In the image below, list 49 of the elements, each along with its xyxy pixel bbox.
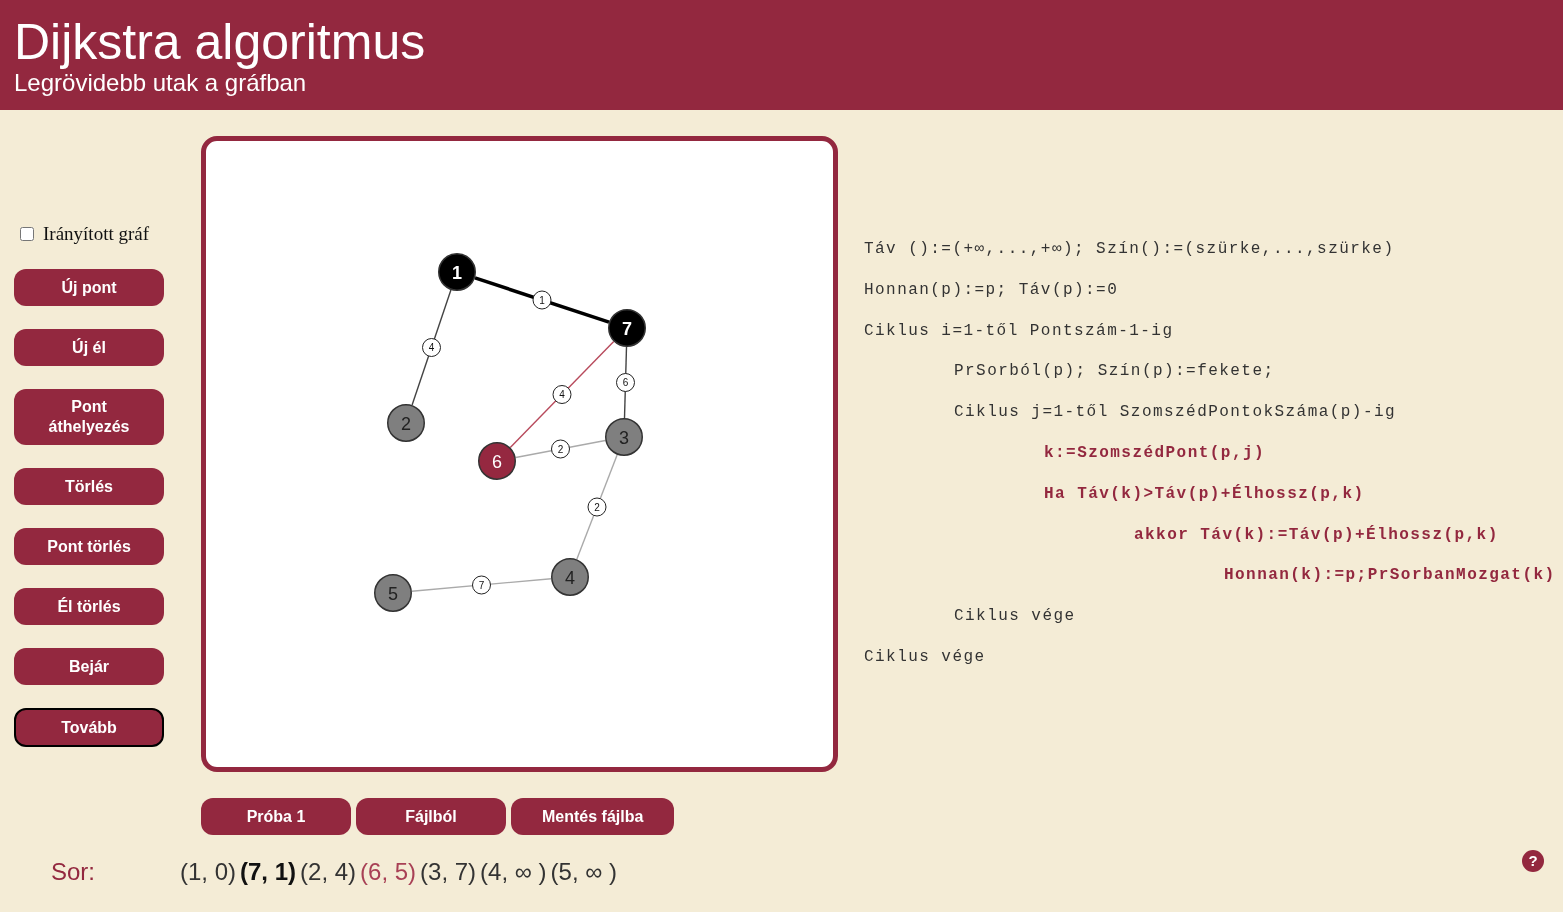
tool-button[interactable]: Új él xyxy=(14,329,164,366)
code-line: Ha Táv(k)>Táv(p)+Élhossz(p,k) xyxy=(1044,483,1365,504)
graph-node: 5 xyxy=(374,574,412,612)
graph-node: 1 xyxy=(438,253,476,291)
edge-weight: 7 xyxy=(472,575,491,595)
graph-node: 6 xyxy=(478,442,516,480)
graph-node: 3 xyxy=(605,418,643,456)
code-line: Honnan(k):=p;PrSorbanMozgat(k) xyxy=(1224,565,1556,586)
tool-button[interactable]: Új pont xyxy=(14,269,164,306)
help-button[interactable]: ? xyxy=(1522,850,1544,872)
code-line: k:=SzomszédPont(p,j) xyxy=(1044,443,1266,463)
tool-button[interactable]: Él törlés xyxy=(14,588,164,625)
tool-button[interactable]: Bejár xyxy=(14,648,164,685)
graph-node: 4 xyxy=(551,558,589,596)
code-line: Ciklus i=1-től Pontszám-1-ig xyxy=(864,320,1174,341)
file-button[interactable]: Próba 1 xyxy=(201,798,351,835)
edge-weight: 4 xyxy=(422,338,441,357)
directed-checkbox[interactable] xyxy=(20,227,34,241)
graph-node: 2 xyxy=(387,404,425,442)
tool-button[interactable]: Törlés xyxy=(14,468,164,505)
file-button[interactable]: Fájlból xyxy=(356,798,506,835)
graph-node: 7 xyxy=(608,309,646,347)
queue-item: (1, 0) xyxy=(180,857,237,887)
queue-item: (6, 5) xyxy=(360,857,417,887)
code-line: Honnan(p):=p; Táv(p):=0 xyxy=(864,279,1119,300)
code-line: akkor Táv(k):=Táv(p)+Élhossz(p,k) xyxy=(1134,524,1499,545)
queue-label: Sor: xyxy=(51,858,95,886)
edge-weight: 2 xyxy=(587,497,607,517)
app-title: Dijkstra algoritmus xyxy=(14,16,426,68)
edge-weight: 2 xyxy=(551,439,570,459)
checkbox-label: Irányított gráf xyxy=(43,223,150,245)
edge-weight: 1 xyxy=(532,290,552,310)
queue-item: (7, 1) xyxy=(240,857,297,887)
code-line: Ciklus vége xyxy=(864,646,986,667)
queue-item: (5, ∞ ) xyxy=(550,857,617,887)
queue-item: (3, 7) xyxy=(420,857,477,887)
file-button[interactable]: Mentés fájlba xyxy=(511,798,675,835)
edge-weight: 4 xyxy=(552,385,572,404)
edge-weight: 6 xyxy=(616,373,635,392)
tool-button[interactable]: Tovább xyxy=(14,708,164,747)
queue-item: (4, ∞ ) xyxy=(480,857,547,887)
queue-item: (2, 4) xyxy=(300,857,357,887)
tool-button[interactable]: Pont áthelyezés xyxy=(14,389,164,445)
tool-button[interactable]: Pont törlés xyxy=(14,528,164,565)
app-subtitle: Legrövidebb utak a gráfban xyxy=(14,69,307,98)
code-line: Ciklus vége xyxy=(954,606,1076,627)
code-line: Táv ():=(+∞,...,+∞); Szín():=(szürke,...,szürke) xyxy=(864,239,1395,259)
code-line: Ciklus j=1-től SzomszédPontokSzáma(p)-ig xyxy=(954,402,1397,423)
code-line: PrSorból(p); Szín(p):=fekete; xyxy=(954,361,1275,382)
